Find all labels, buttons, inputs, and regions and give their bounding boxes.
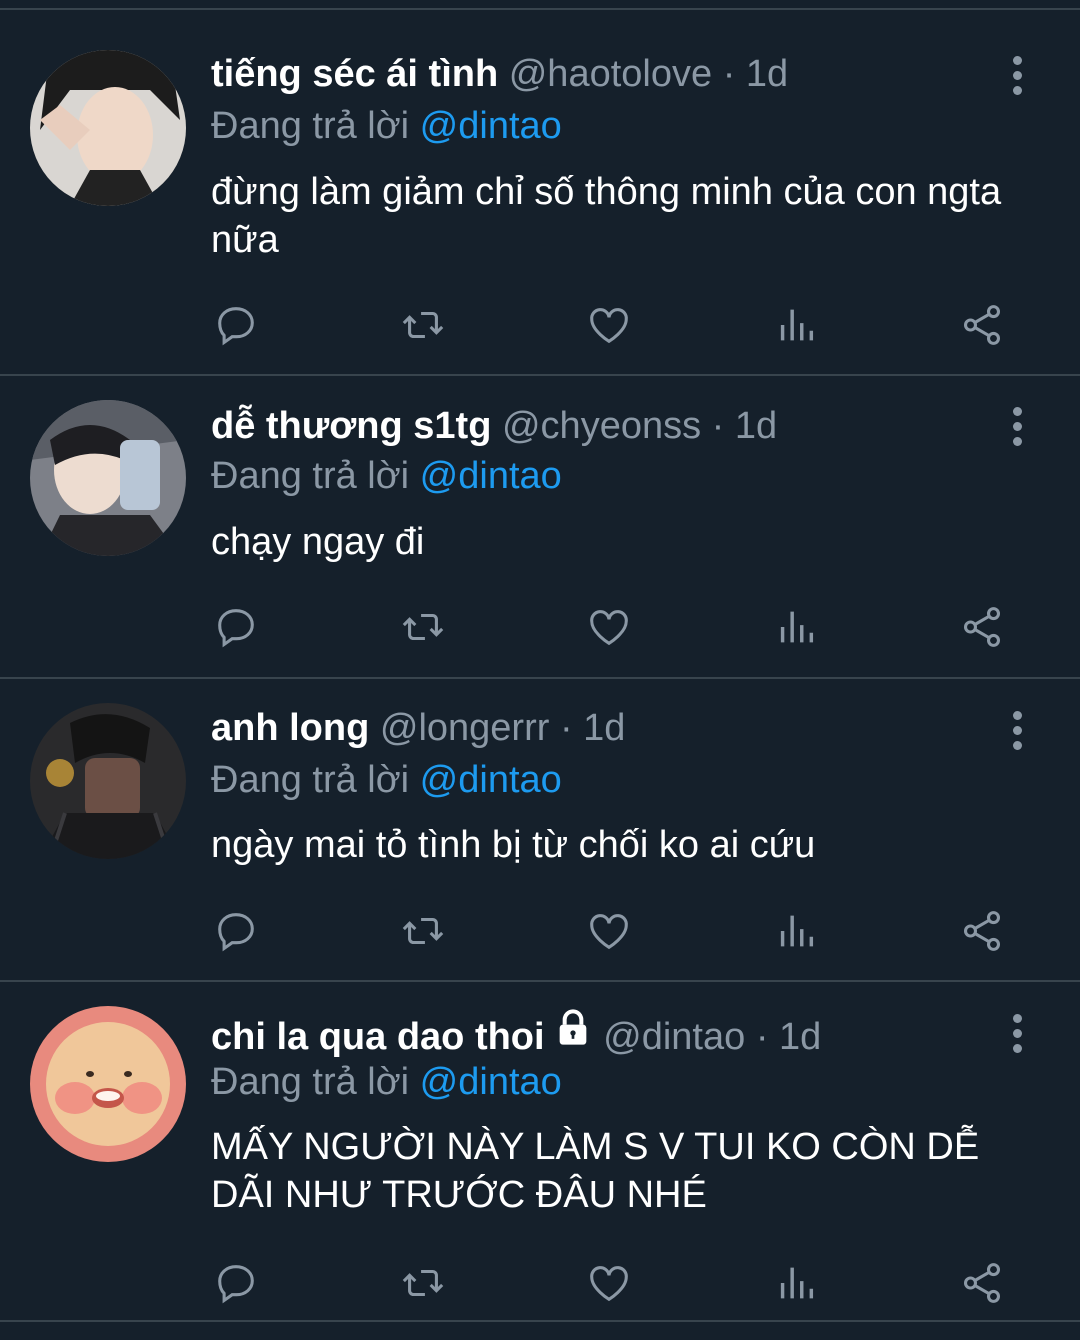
retweet-icon[interactable] bbox=[395, 903, 451, 959]
avatar[interactable] bbox=[30, 400, 186, 556]
tweet-header: anh long @longerrr · 1d bbox=[211, 703, 625, 753]
reply-icon[interactable] bbox=[208, 297, 264, 353]
tweet[interactable]: anh long @longerrr · 1d Đang trả lời @di… bbox=[0, 679, 1080, 982]
timestamp[interactable]: · 1d bbox=[560, 707, 625, 749]
reply-context: Đang trả lời @dintao bbox=[211, 451, 562, 501]
reply-icon[interactable] bbox=[208, 903, 264, 959]
tweet-text: ngày mai tỏ tình bị từ chối ko ai cứu bbox=[211, 824, 816, 866]
display-name[interactable]: anh long bbox=[211, 707, 369, 749]
reply-mention[interactable]: @dintao bbox=[420, 1061, 562, 1103]
reply-prefix: Đang trả lời bbox=[211, 759, 410, 801]
views-icon[interactable] bbox=[768, 1255, 824, 1311]
username-handle[interactable]: @dintao bbox=[603, 1016, 745, 1058]
views-icon[interactable] bbox=[768, 297, 824, 353]
reply-context: Đang trả lời @dintao bbox=[211, 755, 562, 805]
share-icon[interactable] bbox=[954, 903, 1010, 959]
reply-mention[interactable]: @dintao bbox=[420, 455, 562, 497]
tweet-header: dễ thương s1tg @chyeonss · 1d bbox=[211, 401, 777, 451]
reply-prefix: Đang trả lời bbox=[211, 105, 410, 147]
avatar[interactable] bbox=[30, 50, 186, 206]
avatar[interactable] bbox=[30, 1006, 186, 1162]
tweet-header: chi la qua dao thoi @dintao · 1d bbox=[211, 1009, 821, 1062]
display-name[interactable]: dễ thương s1tg bbox=[211, 405, 491, 447]
tweet[interactable]: tiếng séc ái tình @haotolove · 1d Đang t… bbox=[0, 10, 1080, 376]
tweet[interactable]: dễ thương s1tg @chyeonss · 1d Đang trả l… bbox=[0, 376, 1080, 679]
display-name[interactable]: chi la qua dao thoi bbox=[211, 1016, 545, 1058]
heart-icon[interactable] bbox=[581, 599, 637, 655]
lock-icon bbox=[553, 1008, 593, 1061]
tweet-actions bbox=[0, 1255, 1080, 1311]
tweet-actions bbox=[0, 599, 1080, 655]
reply-context: Đang trả lời @dintao bbox=[211, 1057, 562, 1107]
more-vertical-icon[interactable] bbox=[1000, 1008, 1034, 1058]
retweet-icon[interactable] bbox=[395, 599, 451, 655]
reply-prefix: Đang trả lời bbox=[211, 455, 410, 497]
timestamp[interactable]: · 1d bbox=[712, 405, 777, 447]
timestamp[interactable]: · 1d bbox=[723, 53, 788, 95]
heart-icon[interactable] bbox=[581, 297, 637, 353]
heart-icon[interactable] bbox=[581, 1255, 637, 1311]
top-divider bbox=[0, 0, 1080, 10]
tweet-text: chạy ngay đi bbox=[211, 521, 425, 563]
reply-mention[interactable]: @dintao bbox=[420, 759, 562, 801]
more-vertical-icon[interactable] bbox=[1000, 705, 1034, 755]
reply-mention[interactable]: @dintao bbox=[420, 105, 562, 147]
views-icon[interactable] bbox=[768, 599, 824, 655]
reply-icon[interactable] bbox=[208, 599, 264, 655]
username-handle[interactable]: @haotolove bbox=[509, 53, 712, 95]
reply-icon[interactable] bbox=[208, 1255, 264, 1311]
tweet-text: đừng làm giảm chỉ số thông minh của con … bbox=[211, 171, 1002, 261]
share-icon[interactable] bbox=[954, 599, 1010, 655]
display-name[interactable]: tiếng séc ái tình bbox=[211, 53, 498, 95]
more-vertical-icon[interactable] bbox=[1000, 50, 1034, 100]
avatar[interactable] bbox=[30, 703, 186, 859]
tweet-actions bbox=[0, 297, 1080, 353]
tweet-actions bbox=[0, 903, 1080, 959]
timestamp[interactable]: · 1d bbox=[756, 1016, 821, 1058]
reply-context: Đang trả lời @dintao bbox=[211, 101, 562, 151]
retweet-icon[interactable] bbox=[395, 297, 451, 353]
tweet-header: tiếng séc ái tình @haotolove · 1d bbox=[211, 49, 788, 99]
more-vertical-icon[interactable] bbox=[1000, 401, 1034, 451]
reply-prefix: Đang trả lời bbox=[211, 1061, 410, 1103]
views-icon[interactable] bbox=[768, 903, 824, 959]
username-handle[interactable]: @chyeonss bbox=[502, 405, 701, 447]
tweet-text: MẤY NGƯỜI NÀY LÀM S V TUI KO CÒN DỄ DÃI … bbox=[211, 1126, 980, 1216]
username-handle[interactable]: @longerrr bbox=[380, 707, 550, 749]
retweet-icon[interactable] bbox=[395, 1255, 451, 1311]
heart-icon[interactable] bbox=[581, 903, 637, 959]
tweet[interactable]: chi la qua dao thoi @dintao · 1d Đang tr… bbox=[0, 982, 1080, 1322]
share-icon[interactable] bbox=[954, 1255, 1010, 1311]
share-icon[interactable] bbox=[954, 297, 1010, 353]
